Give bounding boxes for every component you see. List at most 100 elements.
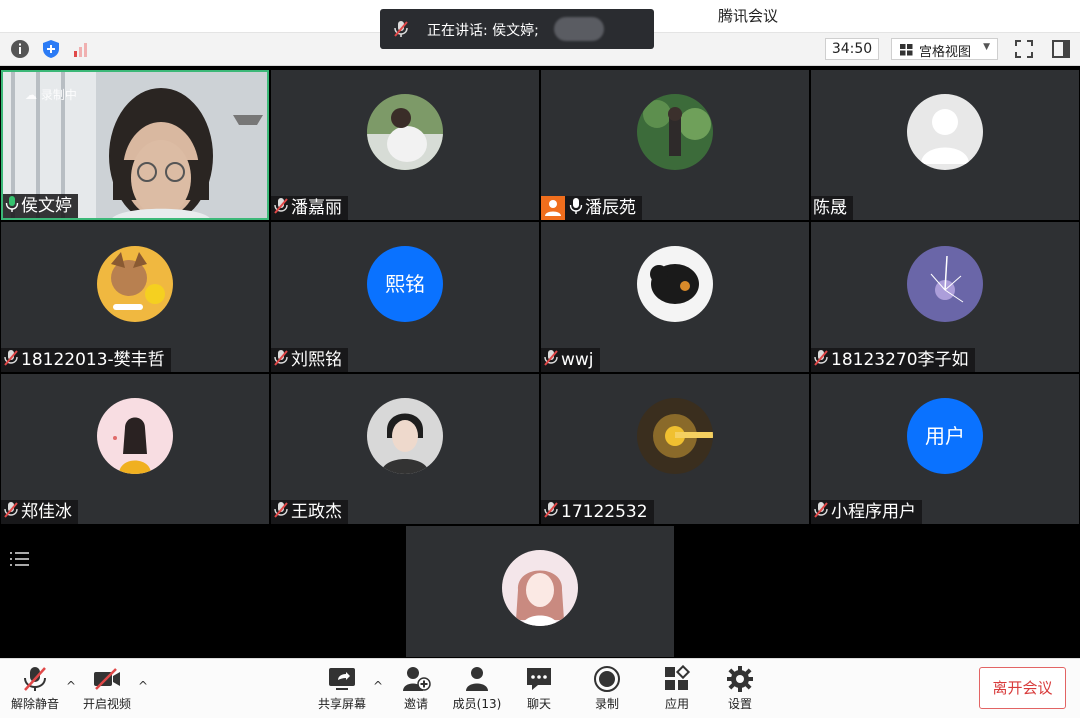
participant-tile[interactable]: 郑佳冰	[1, 374, 269, 524]
chat-icon	[527, 668, 551, 690]
participant-avatar	[97, 246, 173, 322]
participant-avatar	[97, 398, 173, 474]
view-switch-button[interactable]: 宫格视图 ▼	[891, 38, 998, 60]
participant-tile[interactable]: 潘嘉丽	[271, 70, 539, 220]
participant-tile[interactable]: 18123270李子如	[811, 222, 1079, 372]
record-label: 录制	[594, 697, 619, 711]
sidebar-toggle-icon[interactable]	[1049, 37, 1073, 61]
speaking-text: 正在讲话: 侯文婷;	[427, 23, 539, 39]
chat-label: 聊天	[526, 697, 551, 711]
chevron-up-icon[interactable]: ^	[138, 679, 148, 693]
mic-muted-icon	[394, 21, 408, 37]
gear-icon	[727, 666, 753, 692]
start-video-button[interactable]: 开启视频	[67, 665, 147, 715]
unmute-button[interactable]: 解除静音	[0, 665, 75, 715]
participant-name: 王政杰	[291, 502, 342, 522]
text-avatar: 用户	[907, 398, 983, 474]
start-video-label: 开启视频	[82, 697, 131, 711]
participant-name: 刘熙铭	[291, 350, 342, 370]
participant-avatar	[637, 398, 713, 474]
participant-tile[interactable]: 用户 小程序用户	[811, 374, 1079, 524]
grid-view-icon	[900, 44, 913, 56]
view-switch-label: 宫格视图	[919, 45, 972, 60]
mic-muted-icon	[814, 350, 828, 366]
participant-tile[interactable]	[406, 526, 674, 657]
leave-meeting-button[interactable]: 离开会议	[979, 667, 1066, 709]
participant-name: wwj	[561, 350, 594, 370]
security-shield-icon[interactable]	[41, 39, 61, 59]
participant-name: 18122013-樊丰哲	[21, 350, 165, 370]
participant-nametag: 侯文婷	[3, 194, 78, 218]
share-screen-icon	[329, 668, 355, 690]
invite-label: 邀请	[403, 697, 428, 711]
mic-muted-icon	[544, 502, 558, 518]
participant-nametag: 潘嘉丽	[271, 196, 348, 220]
unmute-label: 解除静音	[10, 697, 59, 711]
participant-tile[interactable]: 陈晟	[811, 70, 1079, 220]
recording-indicator: ☁ 录制中	[25, 86, 77, 103]
participant-name: 18123270李子如	[831, 350, 969, 370]
settings-button[interactable]: 设置	[700, 665, 780, 715]
participant-tile[interactable]: wwj	[541, 222, 809, 372]
apps-icon	[665, 665, 691, 690]
record-icon	[594, 666, 620, 692]
list-icon[interactable]	[10, 551, 30, 567]
settings-label: 设置	[727, 697, 752, 711]
participant-name: 17122532	[561, 502, 648, 522]
blurred-name	[554, 17, 604, 41]
participant-name: 陈晟	[813, 198, 847, 218]
bottom-toolbar: 解除静音 ^ 开启视频 ^ 共享屏幕 ^ 邀请 成员(13) 聊天 录制 应用 …	[0, 658, 1080, 718]
mic-muted-icon	[24, 667, 46, 691]
participant-nametag: 小程序用户	[811, 500, 922, 524]
mic-muted-icon	[274, 198, 288, 214]
mic-muted-icon	[814, 502, 828, 518]
participant-name: 郑佳冰	[21, 502, 72, 522]
meeting-timer: 34:50	[825, 38, 879, 60]
participant-name: 潘嘉丽	[291, 198, 342, 218]
mic-muted-icon	[274, 502, 288, 518]
mic-on-icon	[569, 198, 583, 214]
participant-nametag: 18122013-樊丰哲	[1, 348, 171, 372]
participant-nametag: 17122532	[541, 500, 654, 524]
participant-avatar	[637, 94, 713, 170]
mic-muted-icon	[544, 350, 558, 366]
participant-nametag: 郑佳冰	[1, 500, 78, 524]
participant-avatar	[367, 94, 443, 170]
host-badge	[541, 196, 565, 220]
video-grid: ☁ 录制中 侯文婷 潘嘉丽 潘辰苑 陈晟 18122013-樊丰哲 熙铭 刘熙铭	[0, 69, 1080, 657]
share-screen-button[interactable]: 共享屏幕	[302, 665, 382, 715]
participant-tile[interactable]: 潘辰苑	[541, 70, 809, 220]
participant-tile[interactable]: 17122532	[541, 374, 809, 524]
cloud-icon: ☁	[25, 88, 37, 102]
participant-name: 潘辰苑	[585, 198, 636, 218]
apps-label: 应用	[664, 697, 689, 711]
members-label: 成员(13)	[452, 697, 502, 711]
text-avatar: 熙铭	[367, 246, 443, 322]
chevron-down-icon: ▼	[983, 42, 990, 52]
recording-label: 录制中	[40, 88, 77, 102]
participant-nametag: 王政杰	[271, 500, 348, 524]
participant-name: 小程序用户	[831, 502, 916, 522]
participant-name: 侯文婷	[21, 196, 72, 216]
participant-tile[interactable]: 熙铭 刘熙铭	[271, 222, 539, 372]
mic-on-icon	[5, 196, 19, 212]
mic-muted-icon	[4, 350, 18, 366]
add-user-icon	[403, 667, 431, 691]
camera-off-icon	[94, 668, 120, 690]
default-person-avatar	[907, 94, 983, 170]
network-signal-icon[interactable]	[71, 39, 91, 59]
participant-tile[interactable]: 王政杰	[271, 374, 539, 524]
participant-avatar	[907, 246, 983, 322]
fullscreen-icon[interactable]	[1012, 37, 1036, 61]
mic-muted-icon	[4, 502, 18, 518]
participant-tile[interactable]: ☁ 录制中 侯文婷	[1, 70, 269, 220]
info-icon[interactable]	[10, 39, 30, 59]
participant-avatar	[502, 550, 578, 626]
record-button[interactable]: 录制	[567, 665, 647, 715]
mic-muted-icon	[274, 350, 288, 366]
participant-nametag: 潘辰苑	[541, 196, 642, 220]
participant-avatar	[637, 246, 713, 322]
title-bar: 腾讯会议 34:50 宫格视图 ▼ 正在讲话: 侯文婷;	[0, 0, 1080, 66]
participant-tile[interactable]: 18122013-樊丰哲	[1, 222, 269, 372]
host-person-icon	[545, 200, 561, 216]
